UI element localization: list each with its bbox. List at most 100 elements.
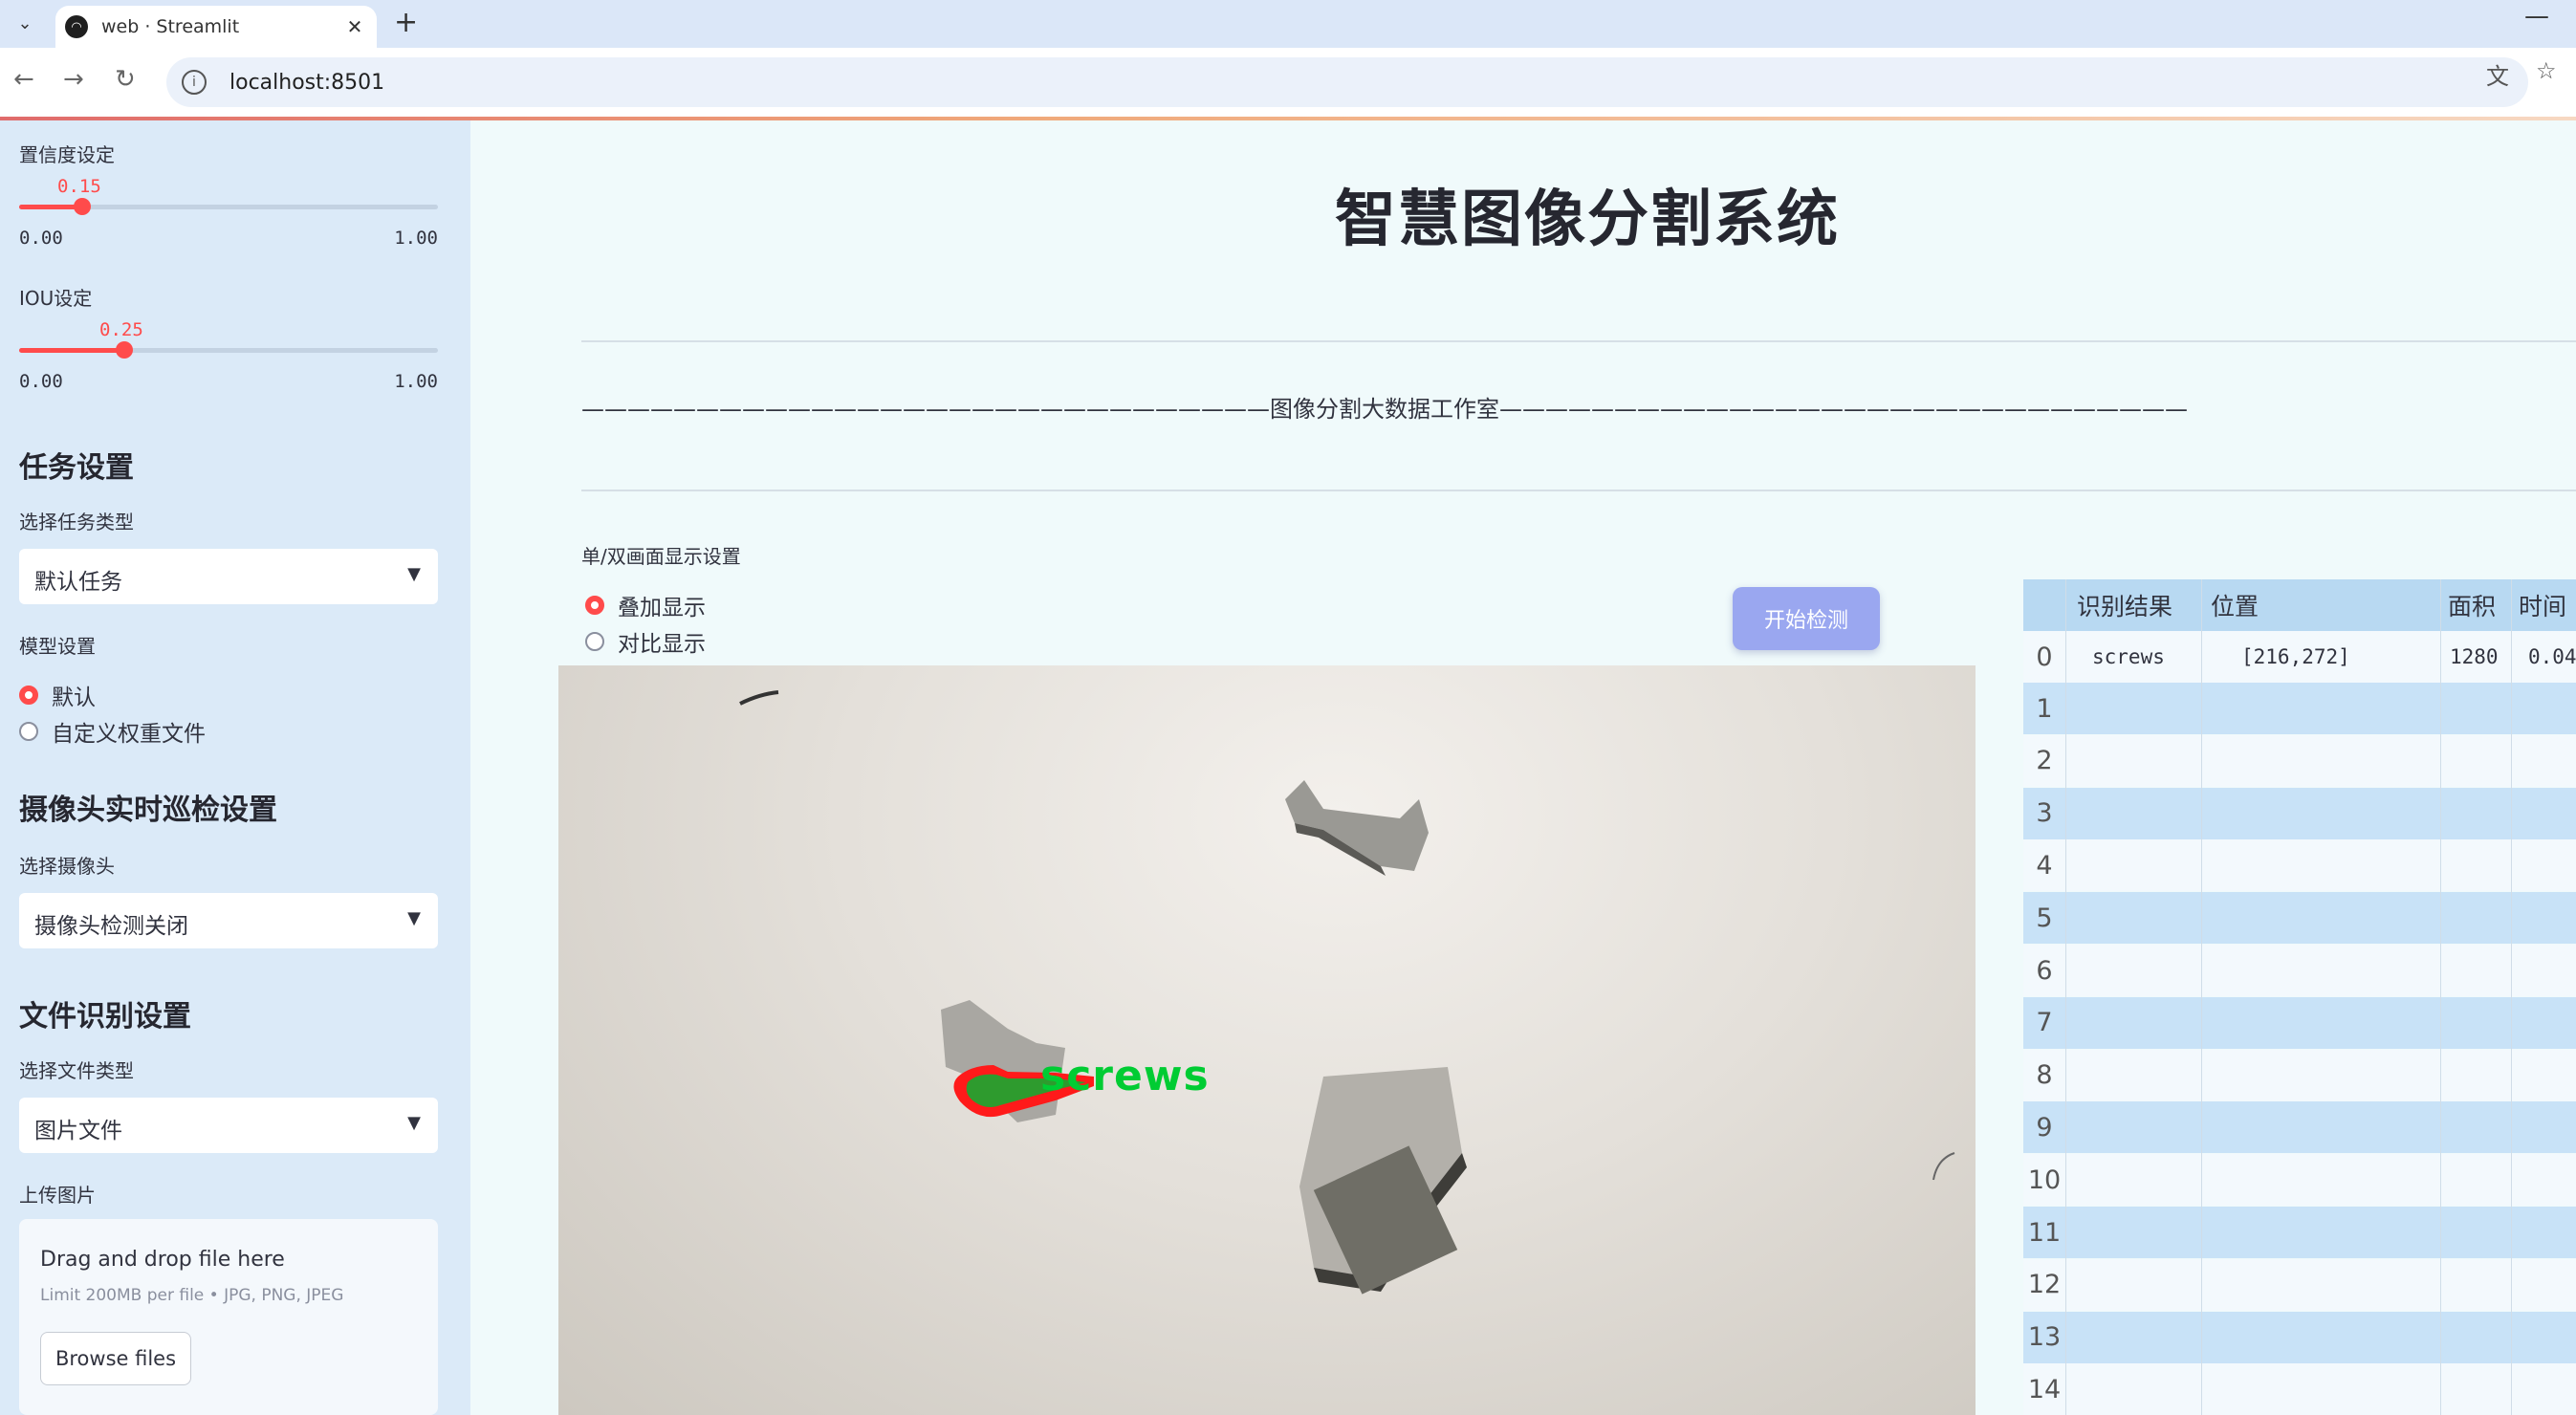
slider-fill bbox=[19, 348, 124, 353]
slider-min: 0.00 bbox=[19, 228, 63, 249]
row-index: 4 bbox=[2036, 850, 2053, 881]
radio-selected-icon bbox=[19, 686, 38, 705]
site-info-icon[interactable]: i bbox=[182, 70, 207, 95]
table-row[interactable]: 4 bbox=[2023, 839, 2576, 892]
row-index: 11 bbox=[2027, 1217, 2062, 1248]
model-radio-default[interactable]: 默认 bbox=[19, 679, 96, 711]
confidence-label: 置信度设定 bbox=[19, 143, 115, 166]
streamlit-favicon-icon: ◠ bbox=[65, 15, 88, 38]
model-option-label: 默认 bbox=[52, 686, 96, 710]
table-row[interactable]: 10 bbox=[2023, 1154, 2576, 1207]
model-radio-custom[interactable]: 自定义权重文件 bbox=[19, 715, 206, 748]
area-cell: 1280 bbox=[2450, 645, 2499, 668]
browser-tab[interactable]: ◠ web · Streamlit ✕ bbox=[55, 6, 377, 48]
iou-label: IOU设定 bbox=[19, 287, 93, 310]
iou-value: 0.25 bbox=[99, 319, 143, 340]
row-index: 5 bbox=[2036, 903, 2053, 933]
task-section-heading: 任务设置 bbox=[19, 451, 134, 485]
slider-max: 1.00 bbox=[394, 371, 438, 392]
address-bar: ← → ↻ i localhost:8501 ⽂ ☆ bbox=[0, 48, 2576, 117]
divider bbox=[581, 340, 2576, 342]
time-cell: 0.04 bbox=[2528, 645, 2576, 668]
table-row[interactable]: 2 bbox=[2023, 734, 2576, 787]
model-label: 模型设置 bbox=[19, 635, 96, 658]
back-icon[interactable]: ← bbox=[13, 65, 34, 94]
row-index: 3 bbox=[2036, 798, 2053, 829]
table-row[interactable]: 5 bbox=[2023, 892, 2576, 945]
camera-section-heading: 摄像头实时巡检设置 bbox=[19, 794, 277, 827]
detection-scene bbox=[739, 690, 1955, 1295]
row-index: 7 bbox=[2036, 1008, 2053, 1038]
column-divider bbox=[2440, 579, 2441, 1415]
radio-unselected-icon bbox=[19, 722, 38, 741]
table-row[interactable]: 1 bbox=[2023, 683, 2576, 734]
display-radio-overlay[interactable]: 叠加显示 bbox=[585, 589, 706, 621]
column-header-result: 识别结果 bbox=[2077, 593, 2173, 620]
row-index: 13 bbox=[2027, 1322, 2062, 1353]
chevron-down-icon: ▼ bbox=[407, 908, 421, 928]
slider-thumb[interactable] bbox=[116, 341, 133, 359]
detection-image: screws bbox=[558, 665, 1976, 1415]
camera-value: 摄像头检测关闭 bbox=[34, 914, 188, 939]
file-type-select[interactable]: 图片文件 ▼ bbox=[19, 1098, 438, 1153]
table-row[interactable]: 12 bbox=[2023, 1258, 2576, 1311]
radio-selected-icon bbox=[585, 596, 604, 615]
column-divider bbox=[2201, 579, 2202, 1415]
column-header-time: 时间 bbox=[2519, 593, 2567, 620]
tab-close-icon[interactable]: ✕ bbox=[340, 15, 369, 38]
row-index: 8 bbox=[2036, 1060, 2053, 1091]
upload-label: 上传图片 bbox=[19, 1184, 96, 1207]
row-index: 14 bbox=[2027, 1374, 2062, 1404]
forward-icon[interactable]: → bbox=[63, 65, 84, 94]
start-detection-button[interactable]: 开始检测 bbox=[1733, 587, 1880, 650]
tab-search-chevron-icon[interactable]: ⌄ bbox=[10, 8, 40, 38]
slider-thumb[interactable] bbox=[74, 198, 91, 215]
table-row[interactable]: 8 bbox=[2023, 1049, 2576, 1101]
file-dropzone[interactable]: Drag and drop file here Limit 200MB per … bbox=[19, 1219, 438, 1415]
detection-label: screws bbox=[1040, 1052, 1210, 1100]
model-option-label: 自定义权重文件 bbox=[52, 722, 206, 747]
table-row[interactable]: 14 bbox=[2023, 1363, 2576, 1415]
table-row[interactable]: 6 bbox=[2023, 945, 2576, 996]
chevron-down-icon: ▼ bbox=[407, 564, 421, 584]
iou-slider[interactable]: 0.25 0.00 1.00 bbox=[19, 319, 438, 392]
table-row[interactable]: 11 bbox=[2023, 1207, 2576, 1258]
new-tab-icon[interactable]: + bbox=[394, 6, 418, 39]
task-type-label: 选择任务类型 bbox=[19, 511, 134, 533]
table-row[interactable]: 0 screws [216,272] 1280 0.04 bbox=[2023, 631, 2576, 683]
table-row[interactable]: 13 bbox=[2023, 1311, 2576, 1363]
column-header-area: 面积 bbox=[2448, 593, 2497, 620]
row-index: 2 bbox=[2036, 746, 2053, 776]
chevron-down-icon: ▼ bbox=[407, 1113, 421, 1133]
row-index: 0 bbox=[2036, 642, 2053, 672]
row-index: 1 bbox=[2036, 693, 2053, 724]
divider bbox=[581, 490, 2576, 491]
table-row[interactable]: 3 bbox=[2023, 787, 2576, 839]
task-type-select[interactable]: 默认任务 ▼ bbox=[19, 549, 438, 604]
file-section-heading: 文件识别设置 bbox=[19, 1000, 191, 1034]
column-header-position: 位置 bbox=[2211, 593, 2259, 620]
reload-icon[interactable]: ↻ bbox=[115, 65, 136, 94]
table-row[interactable]: 7 bbox=[2023, 996, 2576, 1049]
confidence-value: 0.15 bbox=[57, 176, 101, 197]
confidence-slider[interactable]: 0.15 0.00 1.00 bbox=[19, 176, 438, 249]
browse-files-button[interactable]: Browse files bbox=[40, 1332, 191, 1385]
result-cell: screws bbox=[2092, 645, 2165, 668]
bookmark-star-icon[interactable]: ☆ bbox=[2536, 57, 2557, 84]
slider-min: 0.00 bbox=[19, 371, 63, 392]
translate-icon[interactable]: ⽂ bbox=[2486, 57, 2509, 91]
display-radio-compare[interactable]: 对比显示 bbox=[585, 625, 706, 658]
table-row[interactable]: 9 bbox=[2023, 1101, 2576, 1154]
minimize-window-icon[interactable]: — bbox=[2524, 2, 2549, 31]
camera-label: 选择摄像头 bbox=[19, 855, 115, 878]
camera-select[interactable]: 摄像头检测关闭 ▼ bbox=[19, 893, 438, 948]
task-type-value: 默认任务 bbox=[34, 570, 122, 595]
url-field[interactable]: i localhost:8501 bbox=[166, 57, 2528, 107]
display-mode-label: 单/双画面显示设置 bbox=[581, 545, 741, 568]
column-divider bbox=[2065, 579, 2066, 1415]
file-type-value: 图片文件 bbox=[34, 1119, 122, 1143]
results-table[interactable]: 识别结果 位置 面积 时间 0 screws [216,272] 1280 0.… bbox=[2023, 579, 2576, 1415]
table-header-row: 识别结果 位置 面积 时间 bbox=[2023, 579, 2576, 631]
browser-tab-bar: ⌄ ◠ web · Streamlit ✕ + — bbox=[0, 0, 2576, 48]
page-title: 智慧图像分割系统 bbox=[1335, 185, 1840, 255]
